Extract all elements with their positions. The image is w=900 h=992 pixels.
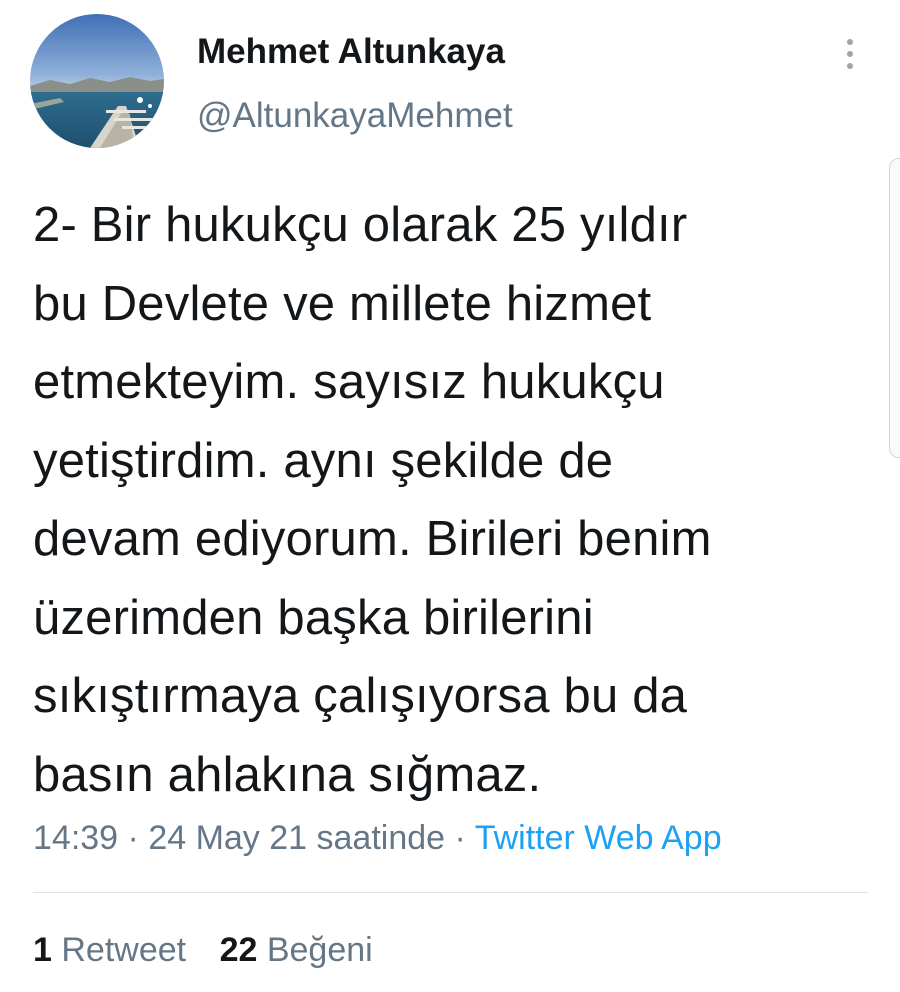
tweet-text-line: 2- Bir hukukçu olarak 25 yıldır: [33, 198, 688, 252]
tweet-text-line: yetiştirdim. aynı şekilde de: [33, 433, 614, 488]
ellipsis-dot: [847, 39, 853, 45]
likes-count: 22: [219, 931, 258, 969]
likes-stat[interactable]: 22 Beğeni: [220, 927, 373, 973]
tweet-text-line: sıkıştırmaya çalışıyorsa bu da: [33, 669, 688, 723]
tweet-card: Mehmet Altunkaya @AltunkayaMehmet 2- Bir…: [0, 0, 900, 992]
retweets-count: 1: [33, 931, 52, 969]
ellipsis-dot: [847, 63, 853, 69]
tweet-text-line: etmekteyim. sayısız hukukçu: [33, 355, 665, 409]
tweet-stats: 1 Retweet 22 Beğeni: [33, 927, 397, 973]
author-handle[interactable]: @AltunkayaMehmet: [197, 94, 513, 138]
harbor-photo-avatar[interactable]: [30, 14, 164, 148]
tweet-text-line: üzerimden başka birilerini: [33, 590, 594, 645]
tweet-text-line: basın ahlakına sığmaz.: [33, 747, 542, 802]
tweet-date[interactable]: 24 May 21 saatinde: [148, 819, 445, 857]
avatar-image: [30, 14, 164, 148]
vertical-ellipsis-icon[interactable]: [834, 34, 866, 74]
tweet-time[interactable]: 14:39: [33, 819, 118, 857]
author-display-name[interactable]: Mehmet Altunkaya: [197, 30, 505, 74]
tweet-meta: 14:39 · 24 May 21 saatinde · Twitter Web…: [33, 815, 722, 861]
retweets-stat[interactable]: 1 Retweet: [33, 927, 186, 973]
meta-separator: ·: [445, 819, 475, 857]
edge-panel-handle[interactable]: [889, 158, 900, 458]
retweets-label: Retweet: [61, 931, 187, 969]
meta-separator: ·: [118, 819, 149, 857]
likes-label: Beğeni: [266, 931, 373, 969]
tweet-text-line: bu Devlete ve millete hizmet: [33, 276, 652, 331]
divider: [33, 892, 868, 893]
tweet-text-line: devam ediyorum. Birileri benim: [33, 512, 712, 566]
tweet-source-link[interactable]: Twitter Web App: [475, 819, 722, 857]
ellipsis-dot: [847, 51, 853, 57]
tweet-text: 2- Bir hukukçu olarak 25 yıldır bu Devle…: [33, 186, 868, 814]
